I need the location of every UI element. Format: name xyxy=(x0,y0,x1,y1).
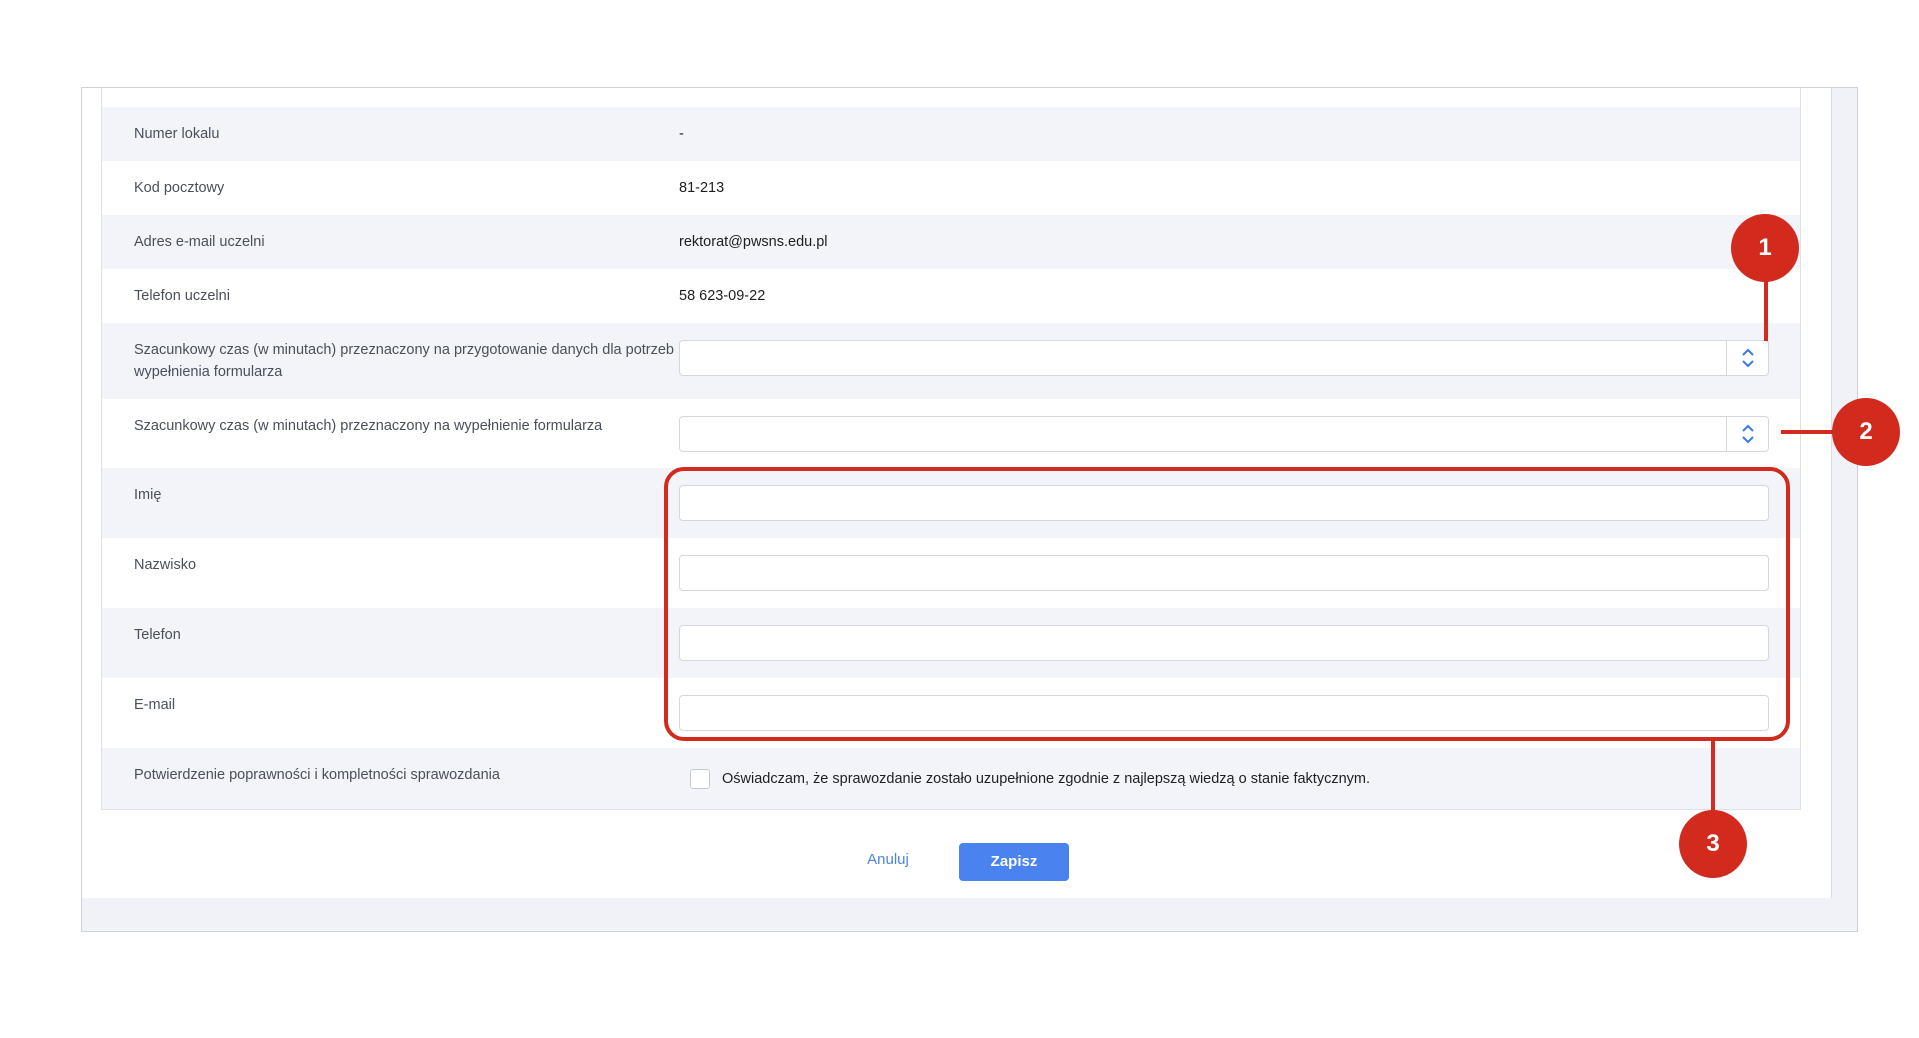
row-label: Telefon uczelni xyxy=(134,288,230,304)
fill-time-stepper[interactable] xyxy=(1726,417,1768,451)
row-label: Nazwisko xyxy=(134,557,197,573)
row-label: Szacunkowy czas (w minutach) przeznaczon… xyxy=(134,418,603,434)
callout-connector xyxy=(1781,430,1836,434)
row-label: Kod pocztowy xyxy=(134,180,225,196)
row-telefon-uczelni: Telefon uczelni 58 623-09-22 xyxy=(102,269,1800,323)
callout-badge-1: 1 xyxy=(1731,214,1799,282)
row-czas-przygotowania: Szacunkowy czas (w minutach) przeznaczon… xyxy=(102,323,1800,399)
confirmation-checkbox[interactable] xyxy=(690,769,710,789)
chevron-up-down-icon xyxy=(1742,424,1754,444)
row-adres-email: Adres e-mail uczelni rektorat@pwsns.edu.… xyxy=(102,215,1800,269)
cancel-button[interactable]: Anuluj xyxy=(858,848,918,872)
save-button[interactable]: Zapisz xyxy=(959,843,1069,881)
row-value: 58 623-09-22 xyxy=(679,288,766,304)
callout-highlight-box xyxy=(664,467,1790,741)
row-value: rektorat@pwsns.edu.pl xyxy=(679,234,828,250)
callout-connector xyxy=(1764,281,1768,341)
row-label: Adres e-mail uczelni xyxy=(134,234,265,250)
row-numer-lokalu: Numer lokalu - xyxy=(102,107,1800,161)
row-value: - xyxy=(679,126,684,142)
row-confirmation: Potwierdzenie poprawności i kompletności… xyxy=(102,748,1800,809)
row-label: Telefon xyxy=(134,627,181,643)
row-label: Numer lokalu xyxy=(134,126,220,142)
row-label: Imię xyxy=(134,487,162,503)
row-czas-wypelnienia: Szacunkowy czas (w minutach) przeznaczon… xyxy=(102,399,1800,468)
row-label: E-mail xyxy=(134,697,176,713)
chevron-up-down-icon xyxy=(1742,348,1754,368)
fill-time-input[interactable] xyxy=(679,416,1769,452)
confirmation-text[interactable]: Oświadczam, że sprawozdanie zostało uzup… xyxy=(722,768,1370,790)
row-label: Szacunkowy czas (w minutach) przeznaczon… xyxy=(134,342,674,380)
row-label: Potwierdzenie poprawności i kompletności… xyxy=(134,767,500,783)
callout-badge-3: 3 xyxy=(1679,810,1747,878)
callout-connector xyxy=(1711,741,1715,813)
prep-time-input[interactable] xyxy=(679,340,1769,376)
row-value: 81-213 xyxy=(679,180,725,196)
row-kod-pocztowy: Kod pocztowy 81-213 xyxy=(102,161,1800,215)
callout-badge-2: 2 xyxy=(1832,398,1900,466)
prep-time-stepper[interactable] xyxy=(1726,341,1768,375)
